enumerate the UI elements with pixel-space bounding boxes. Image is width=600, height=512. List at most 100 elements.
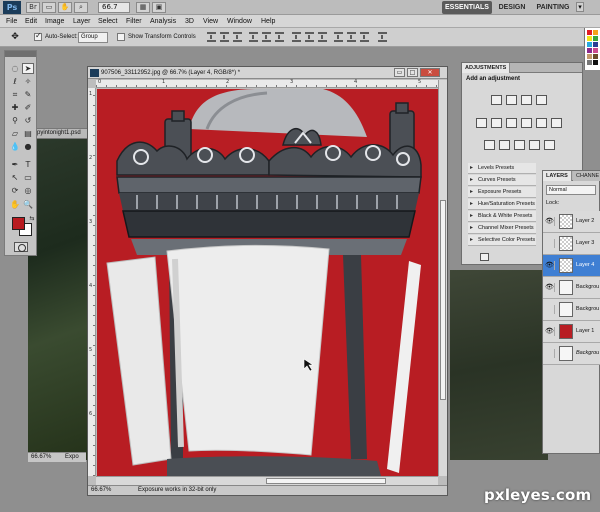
dodge-tool-icon[interactable]: ● [22, 141, 34, 152]
auto-align-icon[interactable] [378, 32, 387, 42]
invert-icon[interactable] [484, 140, 495, 150]
brush-tool-icon[interactable]: ✐ [22, 102, 34, 113]
eyedropper-tool-icon[interactable]: ✎ [22, 89, 34, 100]
distribute-left-icon[interactable] [334, 32, 343, 42]
vertical-ruler[interactable]: 1 2 3 4 5 6 [88, 88, 96, 476]
menu-help[interactable]: Help [261, 16, 275, 27]
path-selection-tool-icon[interactable]: ↖ [9, 172, 21, 183]
document-minimize-button[interactable]: ▭ [394, 68, 405, 77]
show-transform-checkbox[interactable] [117, 33, 125, 41]
document-title-bar[interactable]: 907506_33112952.jpg @ 66.7% (Layer 4, RG… [88, 67, 447, 79]
photo-filter-icon[interactable] [536, 118, 547, 128]
align-left-icon[interactable] [249, 32, 258, 42]
layer-row[interactable]: 👁 Layer 1 [543, 321, 600, 343]
lasso-tool-icon[interactable]: ℓ [9, 76, 21, 87]
background-document-tab[interactable]: pyintonight1.psd [28, 128, 88, 139]
mini-bridge-icon[interactable]: ▭ [42, 2, 56, 13]
curves-icon[interactable] [521, 95, 532, 105]
workspace-painting[interactable]: PAINTING [532, 1, 574, 14]
marquee-tool-icon[interactable]: ◌ [9, 63, 21, 74]
distribute-hcenter-icon[interactable] [347, 32, 356, 42]
preset-exposure[interactable]: Exposure Presets [468, 187, 536, 198]
swatches-panel-edge[interactable] [584, 28, 600, 70]
threshold-icon[interactable] [514, 140, 525, 150]
distribute-vcenter-icon[interactable] [305, 32, 314, 42]
color-balance-icon[interactable] [506, 118, 517, 128]
document-zoom-level[interactable]: 66.67% [91, 486, 111, 495]
layer-row-selected[interactable]: 👁 Layer 4 [543, 255, 600, 277]
black-white-icon[interactable] [521, 118, 532, 128]
horizontal-ruler[interactable]: 0 1 2 3 4 5 [96, 79, 438, 88]
layer-row[interactable]: 👁 Layer 2 [543, 211, 600, 233]
background-document-canvas-right[interactable] [450, 270, 548, 460]
3d-orbit-tool-icon[interactable]: ◎ [22, 185, 34, 196]
preset-channel-mixer[interactable]: Channel Mixer Presets [468, 223, 536, 234]
menu-analysis[interactable]: Analysis [150, 16, 176, 27]
healing-brush-tool-icon[interactable]: ✚ [9, 102, 21, 113]
menu-view[interactable]: View [203, 16, 218, 27]
selective-color-icon[interactable] [544, 140, 555, 150]
preset-hue-saturation[interactable]: Hue/Saturation Presets [468, 199, 536, 210]
channel-mixer-icon[interactable] [551, 118, 562, 128]
tab-channels[interactable]: CHANNE [573, 171, 600, 181]
tools-panel-header[interactable] [5, 51, 36, 57]
3d-rotate-tool-icon[interactable]: ⟳ [9, 185, 21, 196]
swap-colors-icon[interactable]: ⇆ [26, 213, 38, 224]
posterize-icon[interactable] [499, 140, 510, 150]
hand-tool-icon[interactable]: ✋ [58, 2, 72, 13]
gradient-tool-icon[interactable]: ▤ [22, 128, 34, 139]
arrange-documents-icon[interactable]: ▦ [136, 2, 150, 13]
workspace-design[interactable]: DESIGN [495, 1, 529, 14]
preset-levels[interactable]: Levels Presets [468, 163, 536, 174]
clone-stamp-tool-icon[interactable]: ⚲ [9, 115, 21, 126]
quick-mask-icon[interactable] [14, 242, 28, 252]
magic-wand-tool-icon[interactable]: ✧ [22, 76, 34, 87]
adjustments-footer-icon[interactable] [480, 253, 489, 261]
align-bottom-icon[interactable] [233, 32, 242, 42]
menu-layer[interactable]: Layer [73, 16, 91, 27]
align-right-icon[interactable] [275, 32, 284, 42]
horizontal-scrollbar[interactable] [96, 476, 438, 485]
workspace-essentials[interactable]: ESSENTIALS [442, 1, 492, 14]
visibility-eye-icon[interactable] [545, 349, 555, 358]
zoom-tool-icon[interactable]: ⌕ [74, 2, 88, 13]
auto-select-dropdown[interactable]: Group [78, 32, 108, 43]
menu-select[interactable]: Select [98, 16, 117, 27]
bridge-icon[interactable]: Br [26, 2, 40, 13]
hue-saturation-icon[interactable] [491, 118, 502, 128]
visibility-eye-icon[interactable]: 👁 [545, 217, 555, 226]
horizontal-scrollbar-thumb[interactable] [266, 478, 386, 484]
history-brush-tool-icon[interactable]: ↺ [22, 115, 34, 126]
eraser-tool-icon[interactable]: ▱ [9, 128, 21, 139]
visibility-eye-icon[interactable]: 👁 [545, 261, 555, 270]
document-maximize-button[interactable]: □ [407, 68, 418, 77]
shape-tool-icon[interactable]: ▭ [22, 172, 34, 183]
document-close-button[interactable]: ✕ [420, 68, 440, 77]
visibility-eye-icon[interactable]: 👁 [545, 327, 555, 336]
preset-black-white[interactable]: Black & White Presets [468, 211, 536, 222]
screen-mode-icon[interactable]: ▣ [152, 2, 166, 13]
tab-layers[interactable]: LAYERS [543, 171, 572, 181]
vertical-scrollbar-thumb[interactable] [440, 200, 446, 400]
layer-row[interactable]: Backgrou [543, 299, 600, 321]
minimize-button[interactable]: ▾ [576, 2, 584, 12]
foreground-color-swatch[interactable] [12, 217, 25, 230]
hand-tool-button-icon[interactable]: ✋ [9, 199, 21, 210]
vertical-scrollbar[interactable] [438, 80, 447, 476]
type-tool-icon[interactable]: T [22, 159, 34, 170]
distribute-right-icon[interactable] [360, 32, 369, 42]
move-tool-icon[interactable]: ✥ [8, 31, 22, 44]
align-top-icon[interactable] [207, 32, 216, 42]
layer-row[interactable]: Layer 3 [543, 233, 600, 255]
gradient-map-icon[interactable] [529, 140, 540, 150]
blend-mode-dropdown[interactable]: Normal [546, 185, 596, 195]
visibility-eye-icon[interactable] [545, 305, 555, 314]
menu-window[interactable]: Window [227, 16, 252, 27]
layer-row[interactable]: Backgrou [543, 343, 600, 365]
document-canvas[interactable] [97, 89, 438, 476]
exposure-icon[interactable] [536, 95, 547, 105]
move-tool-button-icon[interactable]: ➤ [22, 63, 34, 74]
menu-edit[interactable]: Edit [25, 16, 37, 27]
vibrance-icon[interactable] [476, 118, 487, 128]
visibility-eye-icon[interactable]: 👁 [545, 283, 555, 292]
